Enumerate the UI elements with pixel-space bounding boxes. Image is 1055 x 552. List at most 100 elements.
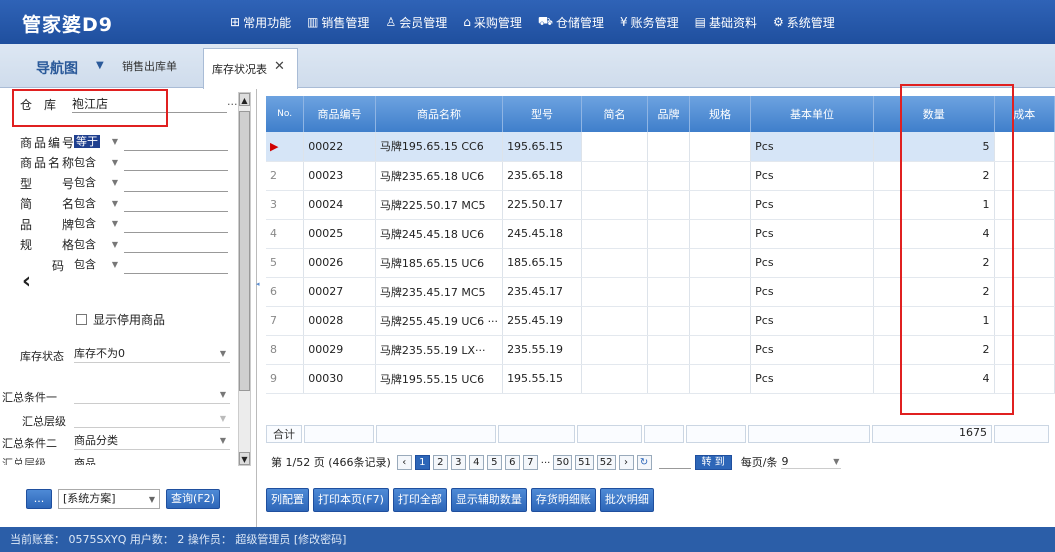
table-cell: 5 [266, 248, 305, 278]
filter-op-select[interactable]: 包含 ▼ [74, 175, 122, 191]
scroll-thumb[interactable] [239, 111, 250, 391]
page-link[interactable]: 2 [432, 454, 448, 470]
chevron-down-icon: ▼ [111, 239, 118, 249]
col-header[interactable]: 规格 [689, 96, 752, 132]
filter-op-select[interactable]: 等于 ▼ [74, 134, 122, 150]
filter-op-value: 包含 [74, 176, 96, 189]
level1-select[interactable]: ▼ [74, 410, 230, 428]
close-icon[interactable]: ✕ [274, 59, 285, 74]
menu-item-0[interactable]: ⊞ 常用功能 [230, 14, 291, 31]
menu-label: 销售管理 [321, 15, 370, 30]
page-link[interactable]: 52 [596, 454, 616, 470]
filter-input[interactable] [124, 134, 228, 151]
scroll-down-icon[interactable]: ▼ [239, 452, 250, 465]
app-logo: 管家婆D9 [22, 14, 113, 36]
filter-row: 品 牌包含 ▼ [20, 215, 228, 233]
sum-cell [748, 425, 870, 443]
page-link[interactable]: 3 [450, 454, 466, 470]
scheme-select[interactable]: [系统方案] ▼ [58, 489, 160, 509]
sum2-select[interactable]: 商品分类 ▼ [74, 432, 230, 450]
filter-scrollbar[interactable]: ▲ ▼ [238, 92, 251, 466]
chevron-down-icon[interactable]: ▼ [96, 60, 104, 71]
back-arrow-icon[interactable]: ‹ [22, 269, 31, 294]
action-button[interactable]: 批次明细 [599, 488, 654, 512]
col-header[interactable]: 基本单位 [750, 96, 874, 132]
chevron-down-icon: ▼ [111, 198, 118, 208]
page-link[interactable]: 4 [468, 454, 484, 470]
goto-button[interactable]: 转 到 [694, 454, 732, 470]
col-header[interactable]: 品牌 [647, 96, 690, 132]
action-button[interactable]: 打印全部 [392, 488, 447, 512]
goto-page-input[interactable] [658, 455, 691, 469]
user-icon: ♙ [385, 15, 397, 29]
filter-row: 商品名称 包含 ▼ [20, 154, 228, 172]
filter-op-select[interactable]: 包含 ▼ [74, 216, 122, 232]
level2-value[interactable]: 商品 [74, 455, 96, 465]
scroll-up-icon[interactable]: ▲ [239, 93, 250, 106]
filter-input[interactable] [124, 236, 228, 253]
menu-item-5[interactable]: ¥ 账务管理 [620, 14, 679, 31]
table-cell [581, 161, 649, 191]
table-cell: 马牌245.45.18 UC6 [375, 219, 504, 249]
refresh-icon[interactable]: ↻ [636, 454, 652, 470]
filter-op-select[interactable]: 包含 ▼ [74, 196, 122, 212]
filter-op-select[interactable]: 包含 ▼ [74, 155, 122, 171]
action-button[interactable]: 存货明细账 [530, 488, 596, 512]
col-header[interactable]: 商品名称 [375, 96, 504, 132]
table-cell: Pcs [750, 219, 874, 249]
stock-state-select[interactable]: 库存不为0 ▼ [74, 345, 230, 363]
next-page-icon[interactable]: › [618, 454, 634, 470]
tab-label: 库存状况表 [212, 63, 267, 76]
action-button[interactable]: 打印本页(F7) [313, 488, 389, 512]
col-header[interactable]: 型号 [502, 96, 582, 132]
show-disabled-checkbox[interactable] [76, 314, 87, 325]
menu-item-1[interactable]: ▥ 销售管理 [307, 14, 369, 31]
table-cell: 235.65.18 [502, 161, 582, 191]
table-cell [689, 219, 752, 249]
query-button[interactable]: 查询(F2) [166, 489, 220, 509]
nav-map-tab[interactable]: 导航图 [36, 58, 78, 78]
filter-input[interactable] [124, 216, 228, 233]
table-cell: 00025 [303, 219, 376, 249]
more-icon[interactable]: ··· [227, 98, 238, 111]
filter-label: 规 格 [20, 238, 74, 252]
action-button[interactable]: 显示辅助数量 [450, 488, 527, 512]
filter-op-select[interactable]: 包含 ▼ [74, 237, 122, 253]
page-link[interactable]: 51 [575, 454, 594, 470]
table-cell: 马牌235.65.18 UC6 [375, 161, 504, 191]
page-link[interactable]: 5 [486, 454, 502, 470]
filter-op-value: 等于 [74, 135, 100, 148]
per-page-select[interactable]: 9 ▼ [781, 455, 842, 469]
menu-item-2[interactable]: ♙ 会员管理 [385, 14, 447, 31]
sum1-select[interactable]: ▼ [74, 386, 230, 404]
filter-input[interactable] [124, 154, 228, 171]
filter-op-value: 包含 [74, 217, 96, 230]
filter-input[interactable] [124, 257, 228, 274]
col-header[interactable]: 简名 [581, 96, 649, 132]
table-cell: 00026 [303, 248, 376, 278]
action-button[interactable]: 列配置 [266, 488, 309, 512]
col-header[interactable]: No. [266, 96, 305, 132]
page-link[interactable]: 6 [504, 454, 520, 470]
tab-sales-outbound[interactable]: 销售出库单 [122, 58, 177, 74]
menu-item-6[interactable]: ▤ 基础资料 [695, 14, 757, 31]
table-cell: 9 [266, 364, 305, 394]
table-cell: 7 [266, 306, 305, 336]
filter-input[interactable] [124, 175, 228, 192]
menu-item-3[interactable]: ⌂ 采购管理 [463, 14, 522, 31]
scheme-more-button[interactable]: ... [26, 489, 52, 509]
prev-page-icon[interactable]: ‹ [396, 454, 412, 470]
filter-label: 商品编号 [20, 135, 74, 150]
action-bar: 列配置 打印本页(F7) 打印全部 显示辅助数量 存货明细账 批次明细 [266, 488, 658, 512]
filter-input[interactable] [124, 195, 228, 212]
page-link[interactable]: 7 [522, 454, 538, 470]
collapse-handle-icon[interactable]: ◂ [256, 280, 260, 288]
tab-stock-status[interactable]: 库存状况表 ✕ [203, 48, 298, 89]
col-header[interactable]: 商品编号 [303, 96, 376, 132]
menu-item-4[interactable]: ⛟ 仓储管理 [538, 14, 604, 31]
menu-item-7[interactable]: ⚙ 系统管理 [773, 14, 835, 31]
filter-label: 简 名 [20, 197, 74, 211]
filter-op-select[interactable]: 包含 ▼ [74, 257, 122, 273]
page-link[interactable]: 50 [553, 454, 573, 470]
page-link[interactable]: 1 [414, 454, 430, 470]
